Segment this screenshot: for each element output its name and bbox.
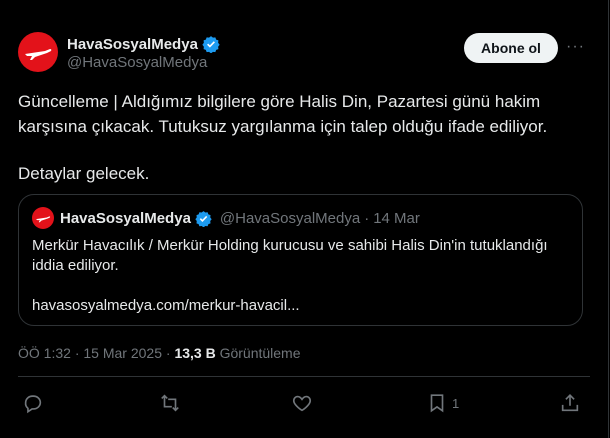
tweet-text: Güncelleme | Aldığımız bilgilere göre Ha… (18, 89, 588, 186)
author-name-row[interactable]: HavaSosyalMedya (67, 35, 220, 53)
tweet-frame: HavaSosyalMedya @HavaSosyalMedya Abone o… (0, 0, 609, 438)
follow-button[interactable]: Abone ol (464, 33, 558, 63)
reply-button[interactable] (22, 392, 44, 414)
views-count: 13,3 B (174, 345, 216, 361)
tweet-time[interactable]: ÖÖ 1:32 (18, 345, 71, 361)
divider (18, 376, 590, 377)
quoted-text: Merkür Havacılık / Merkür Holding kurucu… (32, 237, 548, 274)
quoted-author-avatar (32, 207, 54, 229)
verified-badge-icon (202, 36, 220, 53)
bookmark-icon (430, 394, 444, 413)
bookmark-count: 1 (452, 395, 460, 411)
tweet-date[interactable]: 15 Mar 2025 (83, 345, 162, 361)
quoted-separator: · (364, 210, 370, 227)
bookmark-button[interactable]: 1 (426, 392, 459, 414)
repost-icon (161, 394, 179, 412)
verified-badge-icon (195, 211, 212, 227)
author-avatar[interactable] (18, 32, 58, 72)
views-label: Görüntüleme (219, 345, 301, 361)
airplane-logo-icon (25, 49, 52, 60)
author-handle[interactable]: @HavaSosyalMedya (67, 54, 207, 71)
meta-separator: · (165, 345, 171, 361)
author-name[interactable]: HavaSosyalMedya (67, 36, 198, 53)
reply-icon (24, 395, 42, 414)
tweet-meta: ÖÖ 1:32 · 15 Mar 2025 · 13,3 B Görüntüle… (18, 345, 301, 361)
quoted-tweet-text: Merkür Havacılık / Merkür Holding kurucu… (32, 236, 572, 316)
airplane-logo-icon (36, 216, 51, 223)
quoted-author-name: HavaSosyalMedya (60, 210, 191, 227)
tweet-paragraph-1: Güncelleme | Aldığımız bilgilere göre Ha… (18, 92, 548, 136)
tweet-paragraph-2: Detaylar gelecek. (18, 164, 150, 183)
action-bar: 1 (18, 392, 590, 416)
share-button[interactable] (559, 392, 581, 414)
like-button[interactable] (291, 392, 313, 414)
more-options-icon[interactable]: ··· (566, 38, 586, 58)
share-icon (561, 394, 579, 412)
quoted-tweet[interactable]: HavaSosyalMedya @HavaSosyalMedya · 14 Ma… (18, 194, 583, 326)
quoted-link[interactable]: havasosyalmedya.com/merkur-havacil... (32, 296, 572, 316)
repost-button[interactable] (159, 392, 181, 414)
quoted-tweet-header: HavaSosyalMedya @HavaSosyalMedya · 14 Ma… (60, 210, 420, 227)
meta-separator: · (74, 345, 80, 361)
quoted-date: 14 Mar (373, 210, 420, 227)
quoted-author-handle: @HavaSosyalMedya (219, 210, 361, 227)
heart-icon (292, 395, 312, 412)
